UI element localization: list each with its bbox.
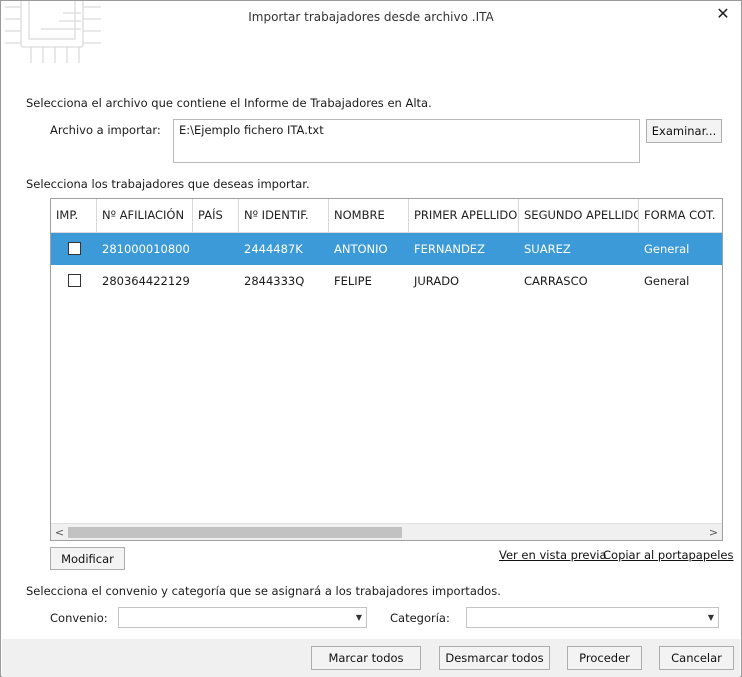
dialog-title: Importar trabajadores desde archivo .ITA xyxy=(248,10,494,24)
workers-instruction: Selecciona los trabajadores que deseas i… xyxy=(26,177,310,191)
table-row[interactable]: 281000010800 2444487K ANTONIO FERNANDEZ … xyxy=(51,233,722,265)
cell-pais xyxy=(193,233,239,265)
modify-button[interactable]: Modificar xyxy=(50,547,125,570)
cell-afiliacion: 280364422129 xyxy=(102,274,190,288)
cell-primer-apellido: JURADO xyxy=(414,274,460,288)
cell-identif: 2444487K xyxy=(244,242,303,256)
cell-pais xyxy=(193,265,239,297)
column-header-nombre[interactable]: NOMBRE xyxy=(329,199,409,232)
copy-clipboard-link[interactable]: Copiar al portapapeles xyxy=(603,548,734,562)
cell-segundo-apellido: CARRASCO xyxy=(524,274,588,288)
browse-button[interactable]: Examinar... xyxy=(646,119,722,143)
agreement-instruction: Selecciona el convenio y categoría que s… xyxy=(26,584,501,598)
column-header-primer-apellido[interactable]: PRIMER APELLIDO xyxy=(409,199,519,232)
import-dialog: Importar trabajadores desde archivo .ITA… xyxy=(0,0,742,677)
cell-afiliacion: 281000010800 xyxy=(102,242,190,256)
proceed-button[interactable]: Proceder xyxy=(567,646,642,670)
chevron-down-icon[interactable]: ▼ xyxy=(708,608,714,627)
scrollbar-thumb[interactable] xyxy=(68,527,402,538)
horizontal-scrollbar[interactable]: < > xyxy=(51,523,722,540)
cancel-button[interactable]: Cancelar xyxy=(659,646,734,670)
categoria-select[interactable]: ▼ xyxy=(466,607,719,628)
categoria-label: Categoría: xyxy=(390,611,450,625)
column-header-forma-cot[interactable]: FORMA COT. xyxy=(639,199,722,232)
column-header-afiliacion[interactable]: Nº AFILIACIÓN xyxy=(97,199,193,232)
column-header-segundo-apellido[interactable]: SEGUNDO APELLIDO xyxy=(519,199,639,232)
file-label: Archivo a importar: xyxy=(50,123,161,137)
table-row[interactable]: 280364422129 2844333Q FELIPE JURADO CARR… xyxy=(51,265,722,297)
footer-bar: Marcar todos Desmarcar todos Proceder Ca… xyxy=(2,639,740,677)
file-instruction: Selecciona el archivo que contiene el In… xyxy=(26,96,432,110)
preview-link[interactable]: Ver en vista previa xyxy=(499,548,607,562)
convenio-label: Convenio: xyxy=(50,611,108,625)
scroll-left-icon[interactable]: < xyxy=(51,524,68,540)
close-icon[interactable]: ✕ xyxy=(713,5,733,23)
cell-primer-apellido: FERNANDEZ xyxy=(414,242,485,256)
import-checkbox[interactable] xyxy=(68,242,81,255)
import-checkbox[interactable] xyxy=(68,274,81,287)
unmark-all-button[interactable]: Desmarcar todos xyxy=(439,646,550,670)
mark-all-button[interactable]: Marcar todos xyxy=(311,646,421,670)
cell-nombre: ANTONIO xyxy=(334,242,388,256)
column-header-pais[interactable]: PAÍS xyxy=(193,199,239,232)
column-header-identif[interactable]: Nº IDENTIF. xyxy=(239,199,329,232)
cell-nombre: FELIPE xyxy=(334,274,372,288)
cell-identif: 2844333Q xyxy=(244,274,305,288)
convenio-select[interactable]: ▼ xyxy=(118,607,367,628)
scroll-right-icon[interactable]: > xyxy=(705,524,722,540)
workers-table: IMP. Nº AFILIACIÓN PAÍS Nº IDENTIF. NOMB… xyxy=(50,198,723,541)
cell-forma-cot: General xyxy=(644,274,690,288)
chevron-down-icon[interactable]: ▼ xyxy=(356,608,362,627)
cell-forma-cot: General xyxy=(644,242,690,256)
cell-segundo-apellido: SUAREZ xyxy=(524,242,571,256)
column-header-imp[interactable]: IMP. xyxy=(51,199,97,232)
file-path-field[interactable]: E:\Ejemplo fichero ITA.txt xyxy=(173,119,640,163)
table-header: IMP. Nº AFILIACIÓN PAÍS Nº IDENTIF. NOMB… xyxy=(51,199,722,233)
